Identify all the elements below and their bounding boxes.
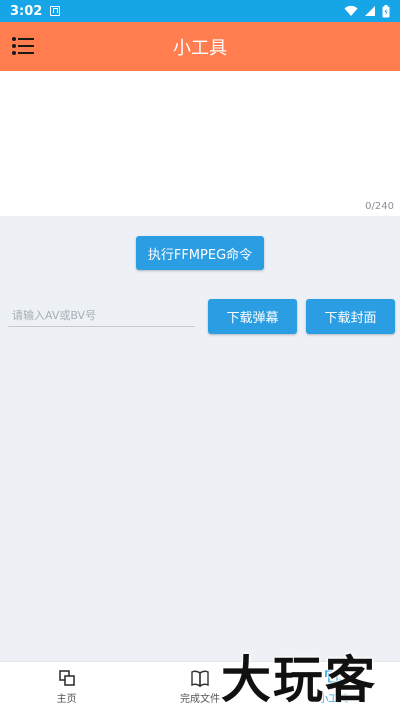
command-textarea-container: 0/240 xyxy=(0,71,400,216)
nav-label-tools: 小工具 xyxy=(318,694,349,705)
command-textarea[interactable] xyxy=(0,71,400,196)
status-bar: 3:02 xyxy=(0,0,400,22)
home-icon xyxy=(58,670,75,686)
wifi-icon xyxy=(344,5,358,16)
signal-icon xyxy=(365,6,375,16)
nav-label-home: 主页 xyxy=(56,694,77,705)
page-title: 小工具 xyxy=(173,37,227,59)
download-danmaku-button[interactable]: 下载弹幕 xyxy=(208,299,297,334)
menu-list-icon[interactable] xyxy=(12,36,34,56)
battery-icon xyxy=(382,4,390,17)
av-bv-input[interactable] xyxy=(8,305,195,327)
character-counter: 0/240 xyxy=(365,201,394,212)
bottom-nav: 主页 完成文件 小工具 xyxy=(0,661,400,711)
nav-label-finished-files: 完成文件 xyxy=(179,694,220,705)
android-a-icon xyxy=(50,6,61,16)
status-icons xyxy=(344,4,390,18)
app-bar: 小工具 xyxy=(0,22,400,71)
nav-item-home[interactable]: 主页 xyxy=(0,662,133,711)
book-icon xyxy=(191,670,209,688)
nav-item-finished-files[interactable]: 完成文件 xyxy=(133,662,266,711)
nav-item-tools[interactable]: 小工具 xyxy=(267,662,400,711)
tools-icon xyxy=(325,670,342,686)
download-cover-button[interactable]: 下载封面 xyxy=(306,299,395,334)
run-ffmpeg-button[interactable]: 执行FFMPEG命令 xyxy=(136,236,264,270)
status-time: 3:02 xyxy=(10,3,43,19)
